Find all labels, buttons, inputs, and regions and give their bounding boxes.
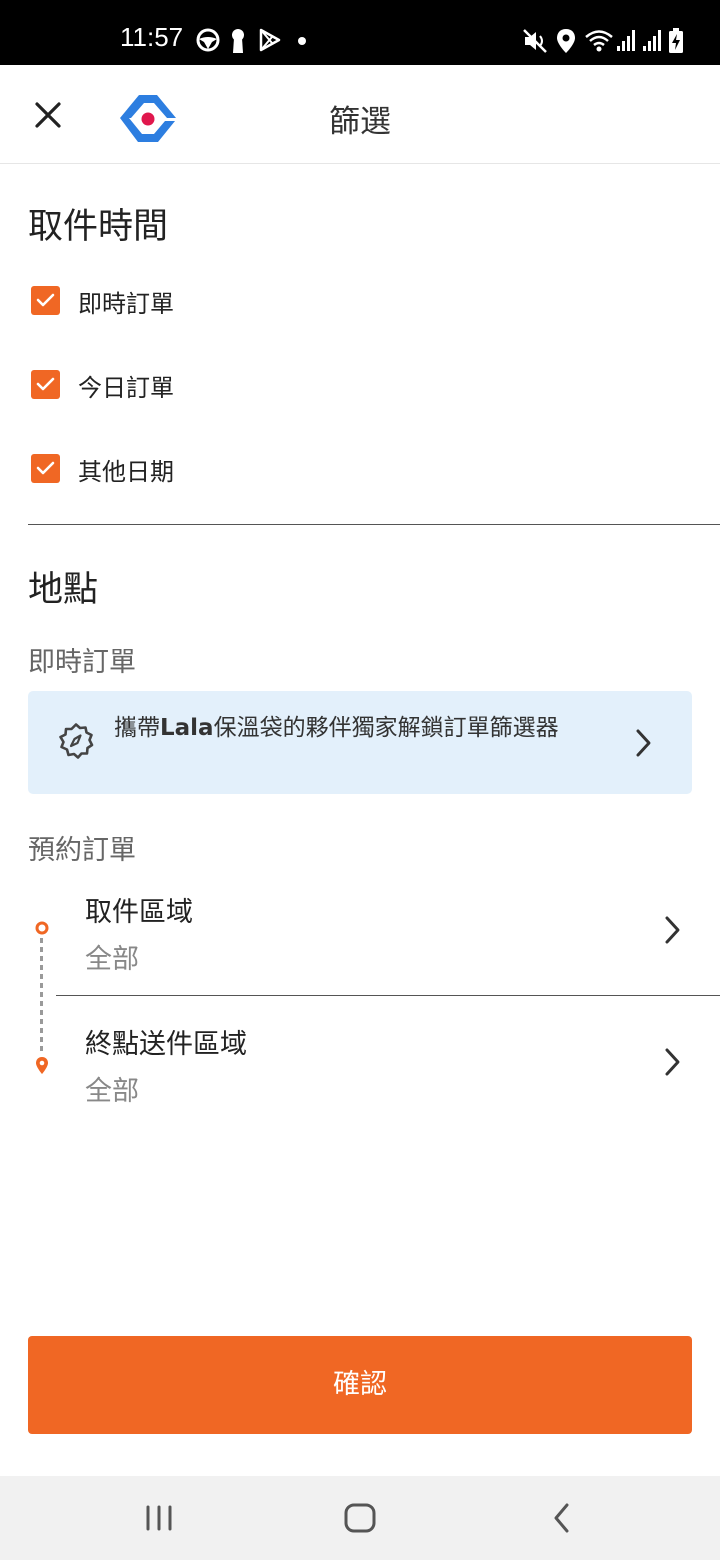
pickup-marker-icon xyxy=(35,921,49,935)
scheduled-order-heading: 預約訂單 xyxy=(28,835,136,866)
page-title: 篩選 xyxy=(329,104,391,140)
chevron-right-icon xyxy=(665,1048,680,1076)
recent-apps-icon[interactable] xyxy=(144,1500,174,1536)
chevron-right-icon xyxy=(636,729,651,757)
banner-text: 攜帶Lala保溫袋的夥伴獨家解鎖訂單篩選器 xyxy=(114,715,559,741)
pickup-area-row[interactable]: 取件區域 全部 xyxy=(56,880,720,995)
checkbox-label: 其他日期 xyxy=(78,458,174,486)
steering-wheel-icon xyxy=(196,28,220,52)
chevron-right-icon xyxy=(665,916,680,944)
wifi-icon xyxy=(585,30,613,52)
instant-order-heading: 即時訂單 xyxy=(28,647,136,678)
insulated-bag-banner[interactable]: 攜帶Lala保溫袋的夥伴獨家解鎖訂單篩選器 xyxy=(28,691,692,794)
checkbox-other-date[interactable]: 其他日期 xyxy=(28,445,668,495)
signal-icon xyxy=(617,30,635,51)
location-title: 地點 xyxy=(28,570,99,610)
system-nav-bar xyxy=(0,1476,720,1560)
mute-icon xyxy=(523,29,547,53)
row-divider xyxy=(56,995,720,996)
checkbox-label: 即時訂單 xyxy=(78,290,174,318)
back-icon[interactable] xyxy=(550,1500,574,1536)
signal-icon xyxy=(643,30,661,51)
dropoff-area-row[interactable]: 終點送件區域 全部 xyxy=(56,1012,720,1122)
check-icon xyxy=(36,377,55,391)
pickup-area-value: 全部 xyxy=(85,944,139,975)
checkbox-instant-order[interactable]: 即時訂單 xyxy=(28,277,668,327)
dropoff-pin-icon xyxy=(36,1057,48,1074)
checkbox-checked[interactable] xyxy=(31,370,60,399)
section-divider xyxy=(28,524,720,525)
pickup-time-title: 取件時間 xyxy=(28,207,169,247)
dropoff-area-value: 全部 xyxy=(85,1076,139,1107)
dot-icon xyxy=(298,37,306,45)
play-store-icon xyxy=(259,28,281,52)
status-bar: 11:57 xyxy=(0,0,720,65)
badge-compass-icon xyxy=(59,723,94,759)
location-icon xyxy=(557,29,575,53)
pickup-area-title: 取件區域 xyxy=(85,897,193,928)
check-icon xyxy=(36,293,55,307)
route-connector xyxy=(40,938,43,1055)
checkbox-checked[interactable] xyxy=(31,286,60,315)
check-icon xyxy=(36,461,55,475)
app-bar: 篩選 xyxy=(0,65,720,164)
home-icon[interactable] xyxy=(343,1500,377,1536)
keyhole-icon xyxy=(232,29,244,53)
checkbox-checked[interactable] xyxy=(31,454,60,483)
confirm-button[interactable]: 確認 xyxy=(28,1336,692,1434)
filter-screen: 11:57 篩選 取件時間 即時訂單 今日訂單 其他日期 地點 即時訂單 攜帶L… xyxy=(0,0,720,1560)
dropoff-area-title: 終點送件區域 xyxy=(85,1029,247,1060)
battery-charging-icon xyxy=(669,28,683,53)
checkbox-today-order[interactable]: 今日訂單 xyxy=(28,361,668,411)
status-time: 11:57 xyxy=(120,22,184,52)
checkbox-label: 今日訂單 xyxy=(78,374,174,402)
